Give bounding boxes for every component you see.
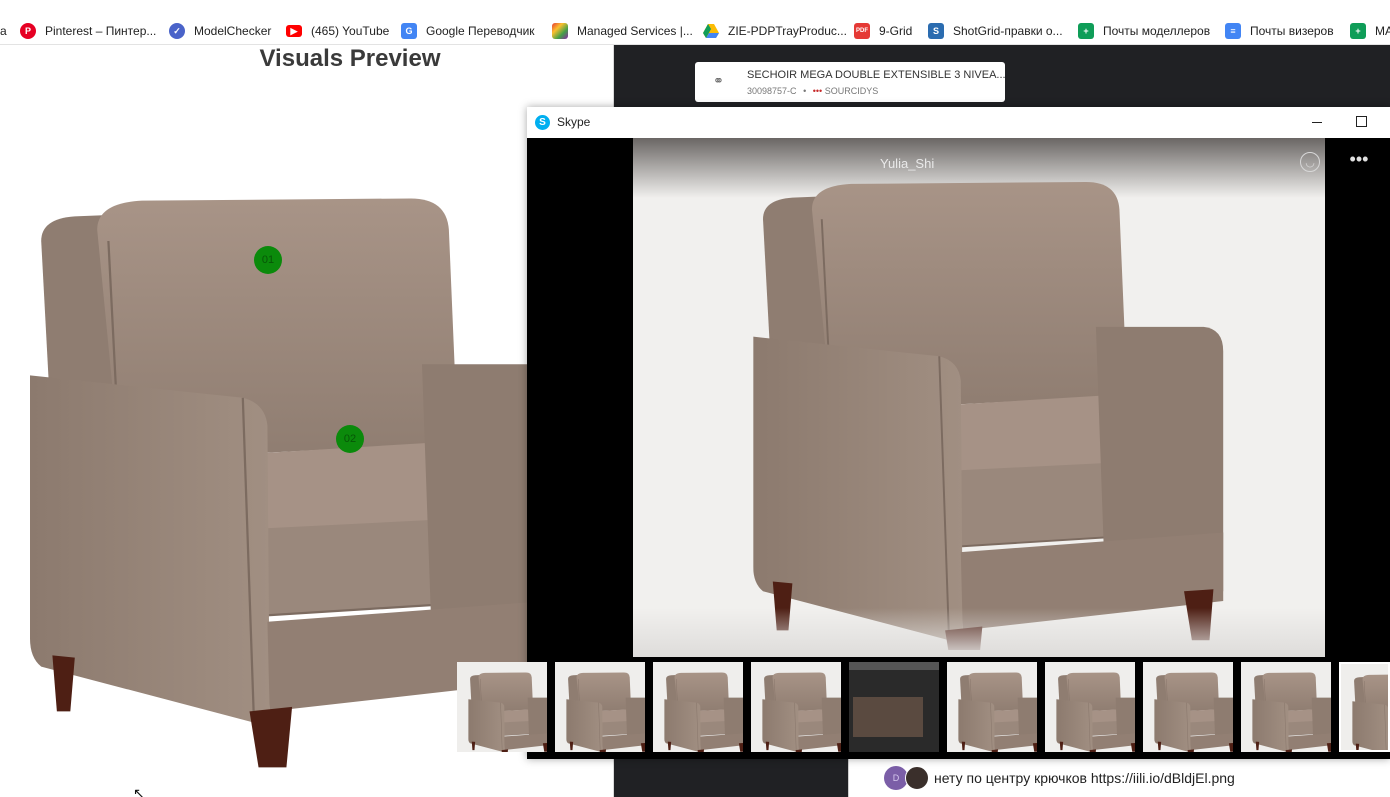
emoji-reaction-button[interactable]: ◡ <box>1300 152 1320 172</box>
thumbnail[interactable] <box>947 662 1037 752</box>
thumbnail[interactable] <box>653 662 743 752</box>
bookmark-9-grid[interactable]: PDF 9-Grid <box>854 17 912 44</box>
address-bar-fragment[interactable] <box>0 0 1390 17</box>
smiley-icon: ◡ <box>1305 156 1315 169</box>
skype-window: S Skype Yulia_Shi ◡ ••• <box>457 107 1390 759</box>
file-title: SECHOIR MEGA DOUBLE EXTENSIBLE 3 NIVEA..… <box>747 69 1006 81</box>
minimize-button[interactable] <box>1305 113 1329 131</box>
google-sheets-icon: + <box>1078 23 1094 39</box>
bookmark-managed-services[interactable]: Managed Services |... <box>552 17 693 44</box>
hotspot-marker[interactable]: 02 <box>336 425 364 453</box>
hotspot-marker[interactable]: 01 <box>254 246 282 274</box>
avatar[interactable] <box>905 766 929 790</box>
chat-message-text: нету по центру крючков https://iili.io/d… <box>934 770 1235 786</box>
bookmark-modelchecker[interactable]: ✓ ModelChecker <box>169 17 271 44</box>
thumbnail-selected[interactable] <box>1339 662 1390 752</box>
pinterest-icon: P <box>20 23 36 39</box>
bookmark-shotgrid[interactable]: S ShotGrid-правки о... <box>928 17 1063 44</box>
google-docs-icon: ≡ <box>1225 23 1241 39</box>
file-subtitle: 30098757-C • ••• SOURCIDYS <box>747 86 879 96</box>
google-translate-icon: G <box>401 23 417 39</box>
bookmark-viewer-mail[interactable]: ≡ Почты визеров <box>1225 17 1334 44</box>
bookmark-youtube[interactable]: ▶ (465) YouTube <box>286 17 389 44</box>
chat-message-row: D нету по центру крючков https://iili.io… <box>848 759 1390 797</box>
youtube-icon: ▶ <box>286 25 302 37</box>
thumbnail[interactable] <box>751 662 841 752</box>
bookmark-item[interactable]: a <box>0 17 7 44</box>
thumbnail[interactable] <box>1045 662 1135 752</box>
managed-services-icon <box>552 23 568 39</box>
bookmark-zie-pdp[interactable]: ZIE-PDPTrayProduc... <box>703 17 847 44</box>
window-title: Skype <box>557 115 591 129</box>
mouse-cursor-icon: ↖ <box>133 785 145 797</box>
bookmark-pinterest[interactable]: P Pinterest – Пинтер... <box>20 17 156 44</box>
image-viewer <box>633 138 1325 657</box>
bookmark-google-translate[interactable]: G Google Переводчик <box>401 17 535 44</box>
page-title: Visuals Preview <box>259 45 441 72</box>
thumbnail[interactable] <box>555 662 645 752</box>
source-logo-icon: ••• <box>812 86 823 96</box>
thumbnail[interactable] <box>457 662 547 752</box>
file-card[interactable]: ⚭ SECHOIR MEGA DOUBLE EXTENSIBLE 3 NIVEA… <box>695 62 1006 102</box>
thumbnail-strip <box>457 662 1390 753</box>
bookmark-ma[interactable]: + MA <box>1350 17 1390 44</box>
google-drive-icon <box>703 23 719 39</box>
shotgrid-icon: S <box>928 23 944 39</box>
thumbnail[interactable] <box>849 662 939 752</box>
file-link-icon: ⚭ <box>713 73 724 88</box>
skype-logo-icon: S <box>535 115 550 130</box>
thumbnail[interactable] <box>1241 662 1331 752</box>
pdf-icon: PDF <box>854 23 870 39</box>
bookmark-modeler-mail[interactable]: + Почты моделлеров <box>1078 17 1210 44</box>
window-titlebar: S Skype <box>527 107 1390 138</box>
viewer-bottom-shade <box>633 608 1325 657</box>
sender-name: Yulia_Shi <box>880 156 935 171</box>
ellipsis-icon: ••• <box>1349 149 1369 169</box>
modelchecker-icon: ✓ <box>169 23 185 39</box>
more-options-button[interactable]: ••• <box>1349 149 1369 172</box>
thumbnail[interactable] <box>1143 662 1233 752</box>
maximize-button[interactable] <box>1349 113 1373 131</box>
bookmarks-bar: a P Pinterest – Пинтер... ✓ ModelChecker… <box>0 17 1390 45</box>
armchair-image <box>753 180 1243 650</box>
google-sheets-icon: + <box>1350 23 1366 39</box>
